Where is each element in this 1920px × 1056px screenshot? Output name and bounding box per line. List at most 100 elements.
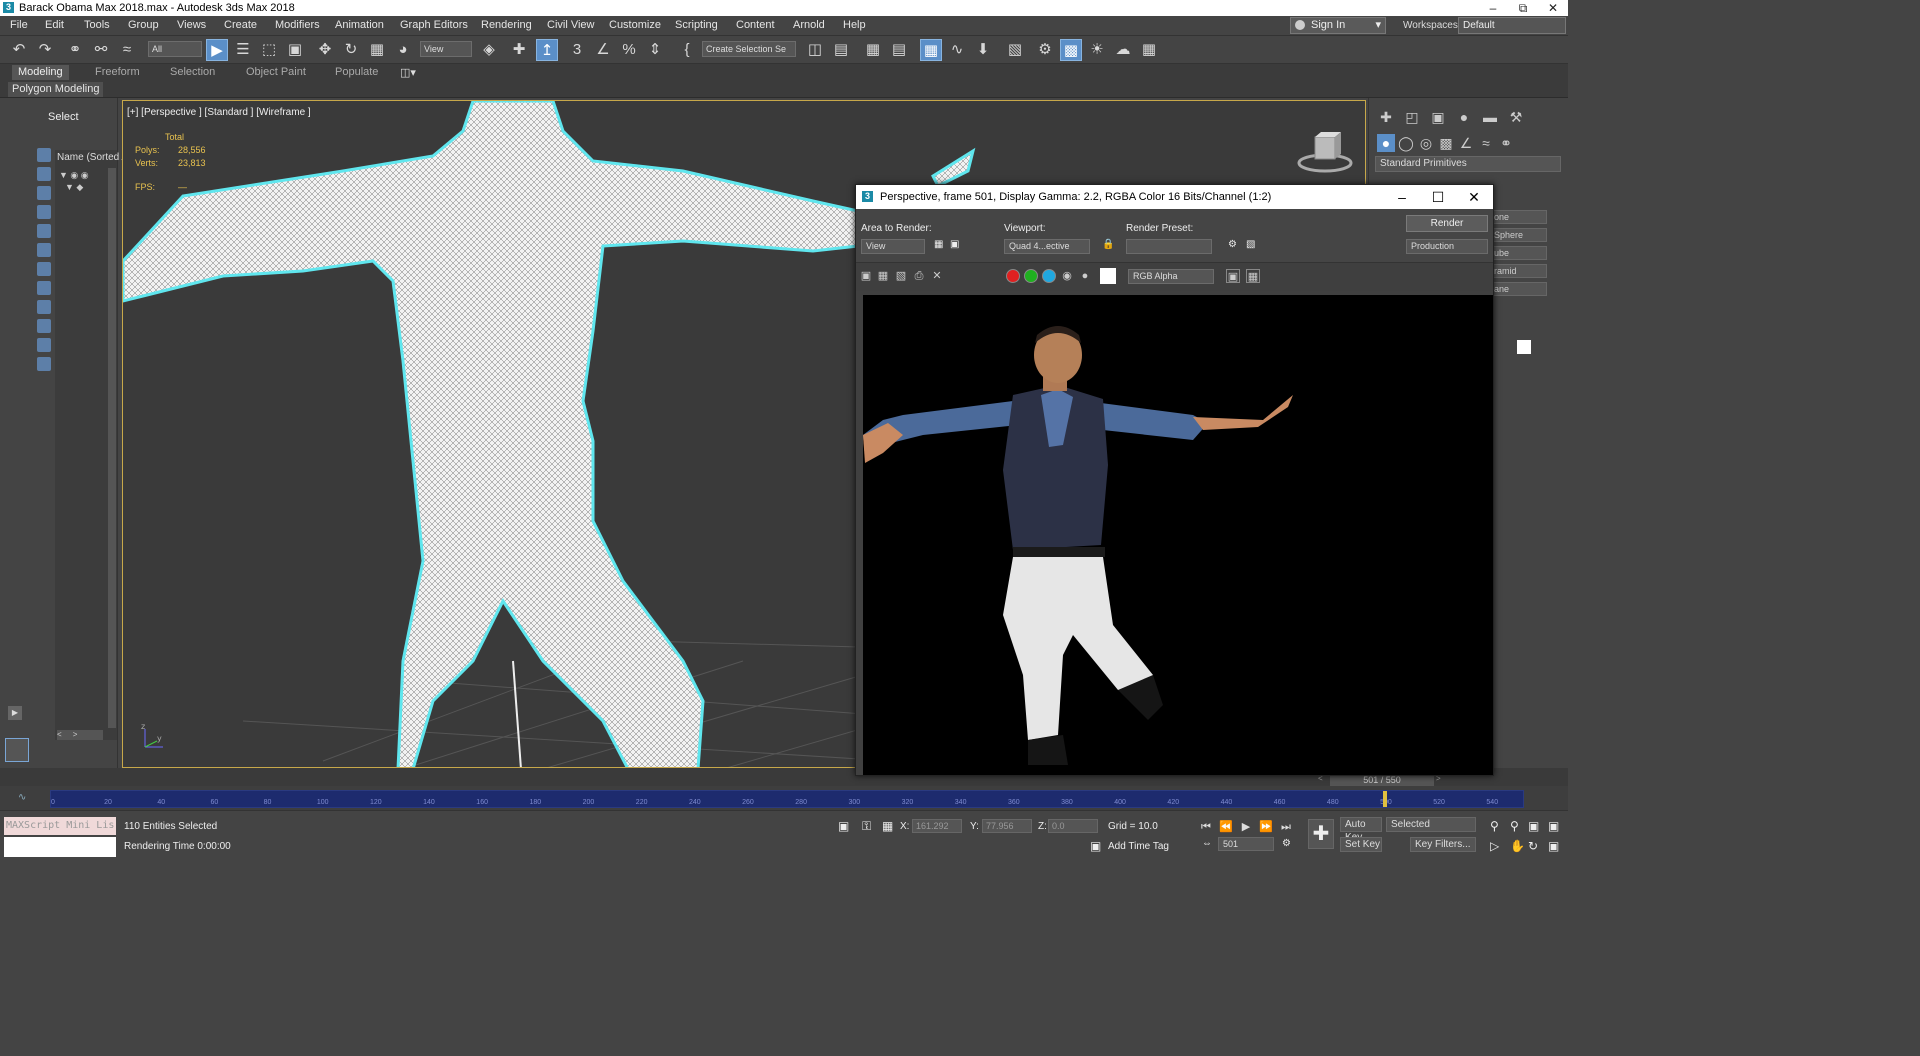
filter-helpers-icon[interactable] xyxy=(37,224,51,238)
time-configuration-icon[interactable]: ⚙ xyxy=(1282,838,1291,849)
mini-curve-editor-icon[interactable]: ∿ xyxy=(18,792,26,803)
create-tab-icon[interactable]: ✚ xyxy=(1377,108,1395,126)
area-to-render-select[interactable]: View xyxy=(861,239,925,254)
filter-containers-icon[interactable] xyxy=(37,319,51,333)
render-preset-select[interactable] xyxy=(1126,239,1212,254)
menu-animation[interactable]: Animation xyxy=(335,19,384,31)
filter-lights-icon[interactable] xyxy=(37,186,51,200)
clear-color-swatch[interactable] xyxy=(1100,268,1116,284)
primitive-category-select[interactable]: Standard Primitives xyxy=(1375,156,1561,172)
cone-button[interactable]: one xyxy=(1489,210,1547,224)
viewport-label-menu[interactable]: [+] [Perspective ] [Standard ] [Wirefram… xyxy=(127,107,311,118)
hierarchy-tab-icon[interactable]: ▣ xyxy=(1429,108,1447,126)
lights-icon[interactable]: ◎ xyxy=(1417,134,1435,152)
motion-tab-icon[interactable]: ● xyxy=(1455,108,1473,126)
viewcube-icon[interactable] xyxy=(1297,129,1353,173)
viewport-select[interactable]: Quad 4...ective xyxy=(1004,239,1090,254)
filter-geometry-icon[interactable] xyxy=(37,148,51,162)
pyramid-button[interactable]: ramid xyxy=(1489,264,1547,278)
curve-editor-icon[interactable]: ∿ xyxy=(946,39,968,61)
menu-arnold[interactable]: Arnold xyxy=(793,19,825,31)
current-frame-marker[interactable] xyxy=(1382,791,1387,807)
tube-button[interactable]: ube xyxy=(1489,246,1547,260)
select-manipulate-icon[interactable]: ✚ xyxy=(508,39,530,61)
absolute-mode-icon[interactable]: ▦ xyxy=(882,819,893,833)
window-crossing-icon[interactable]: ▣ xyxy=(284,39,306,61)
zoom-all-icon[interactable]: ⚲ xyxy=(1510,819,1519,833)
maxscript-listener[interactable]: MAXScript Mini Lis xyxy=(4,817,116,835)
z-coordinate-field[interactable]: 0.0 xyxy=(1048,819,1098,833)
maximize-button[interactable]: ⧉ xyxy=(1508,0,1538,16)
rotate-icon[interactable]: ↻ xyxy=(340,39,362,61)
tab-object-paint[interactable]: Object Paint xyxy=(246,66,306,78)
toggle-layer-explorer-icon[interactable]: ▤ xyxy=(888,39,910,61)
toggle-ribbon-icon[interactable]: ▦ xyxy=(920,39,942,61)
render-setup-icon[interactable]: ⚙ xyxy=(1228,239,1237,250)
close-button[interactable]: ✕ xyxy=(1538,0,1568,16)
environment-icon[interactable]: ▧ xyxy=(1246,239,1255,250)
go-to-start-icon[interactable]: ⏮ xyxy=(1198,819,1214,835)
keyboard-shortcut-override-icon[interactable]: ↥ xyxy=(536,39,558,61)
expand-icon[interactable]: ▶ xyxy=(8,706,22,720)
plane-button[interactable]: ane xyxy=(1489,282,1547,296)
percent-snap-icon[interactable]: % xyxy=(618,39,640,61)
orbit-icon[interactable]: ↻ xyxy=(1528,839,1538,853)
frame-close-button[interactable]: ✕ xyxy=(1456,185,1492,209)
lock-viewport-icon[interactable]: 🔒 xyxy=(1102,239,1114,250)
undo-icon[interactable]: ↶ xyxy=(8,39,30,61)
schematic-view-icon[interactable]: ⬇ xyxy=(972,39,994,61)
key-mode-icon[interactable]: ⇔ xyxy=(1202,838,1212,849)
menu-graph-editors[interactable]: Graph Editors xyxy=(400,19,468,31)
snaps-toggle-icon[interactable]: 3 xyxy=(566,39,588,61)
frame-maximize-button[interactable]: ☐ xyxy=(1420,185,1456,209)
previous-frame-icon[interactable]: ⏪ xyxy=(1218,819,1234,835)
tab-modeling[interactable]: Modeling xyxy=(12,65,69,80)
blue-channel-icon[interactable] xyxy=(1042,269,1056,283)
go-to-end-icon[interactable]: ⏭ xyxy=(1278,819,1294,835)
alpha-channel-icon[interactable]: ◉ xyxy=(1060,269,1074,283)
move-icon[interactable]: ✥ xyxy=(314,39,336,61)
menu-views[interactable]: Views xyxy=(177,19,206,31)
polygon-modeling-panel[interactable]: Polygon Modeling xyxy=(8,82,104,97)
zoom-icon[interactable]: ⚲ xyxy=(1490,819,1499,833)
toggle-ui-icon[interactable]: ▦ xyxy=(1246,269,1260,283)
frame-window-title-bar[interactable]: 3 Perspective, frame 501, Display Gamma:… xyxy=(856,185,1493,209)
render-mode-select[interactable]: Production xyxy=(1406,239,1488,254)
save-image-icon[interactable]: ▣ xyxy=(859,269,873,283)
toggle-scene-explorer-icon[interactable]: ▦ xyxy=(862,39,884,61)
utilities-tab-icon[interactable]: ⚒ xyxy=(1507,108,1525,126)
y-coordinate-field[interactable]: 77.956 xyxy=(982,819,1032,833)
scene-list-scrollbar[interactable] xyxy=(108,168,116,728)
menu-civil-view[interactable]: Civil View xyxy=(547,19,594,31)
auto-region-icon[interactable]: ▣ xyxy=(950,239,959,250)
render-in-cloud-icon[interactable]: ☁ xyxy=(1112,39,1134,61)
auto-key-button[interactable]: Auto Key xyxy=(1340,817,1382,843)
menu-rendering[interactable]: Rendering xyxy=(481,19,532,31)
menu-tools[interactable]: Tools xyxy=(84,19,110,31)
tab-freeform[interactable]: Freeform xyxy=(95,66,140,78)
edit-region-icon[interactable]: ▦ xyxy=(934,239,943,250)
filter-cameras-icon[interactable] xyxy=(37,205,51,219)
a360-gallery-icon[interactable]: ▦ xyxy=(1138,39,1160,61)
unlink-icon[interactable]: ⚯ xyxy=(90,39,112,61)
add-time-tag[interactable]: Add Time Tag xyxy=(1108,841,1169,852)
clear-image-icon[interactable]: ✕ xyxy=(930,269,944,283)
x-coordinate-field[interactable]: 161.292 xyxy=(912,819,962,833)
display-tab-icon[interactable]: ▬ xyxy=(1481,108,1499,126)
set-key-button[interactable]: Set Key xyxy=(1340,837,1382,852)
pivot-icon[interactable]: ◈ xyxy=(478,39,500,61)
filter-bones-icon[interactable] xyxy=(37,300,51,314)
menu-scripting[interactable]: Scripting xyxy=(675,19,718,31)
named-selection-set-select[interactable]: Create Selection Se xyxy=(702,41,796,57)
horizontal-scrollbar[interactable]: < > xyxy=(57,730,103,740)
display-channel-select[interactable]: RGB Alpha xyxy=(1128,269,1214,284)
rectangular-selection-icon[interactable]: ⬚ xyxy=(258,39,280,61)
mirror-icon[interactable]: ◫ xyxy=(804,39,826,61)
filter-groups-icon[interactable] xyxy=(37,262,51,276)
clone-window-icon[interactable]: ▧ xyxy=(894,269,908,283)
menu-customize[interactable]: Customize xyxy=(609,19,661,31)
material-editor-icon[interactable]: ▧ xyxy=(1004,39,1026,61)
select-by-name-icon[interactable]: ☰ xyxy=(232,39,254,61)
align-icon[interactable]: ▤ xyxy=(830,39,852,61)
menu-modifiers[interactable]: Modifiers xyxy=(275,19,320,31)
